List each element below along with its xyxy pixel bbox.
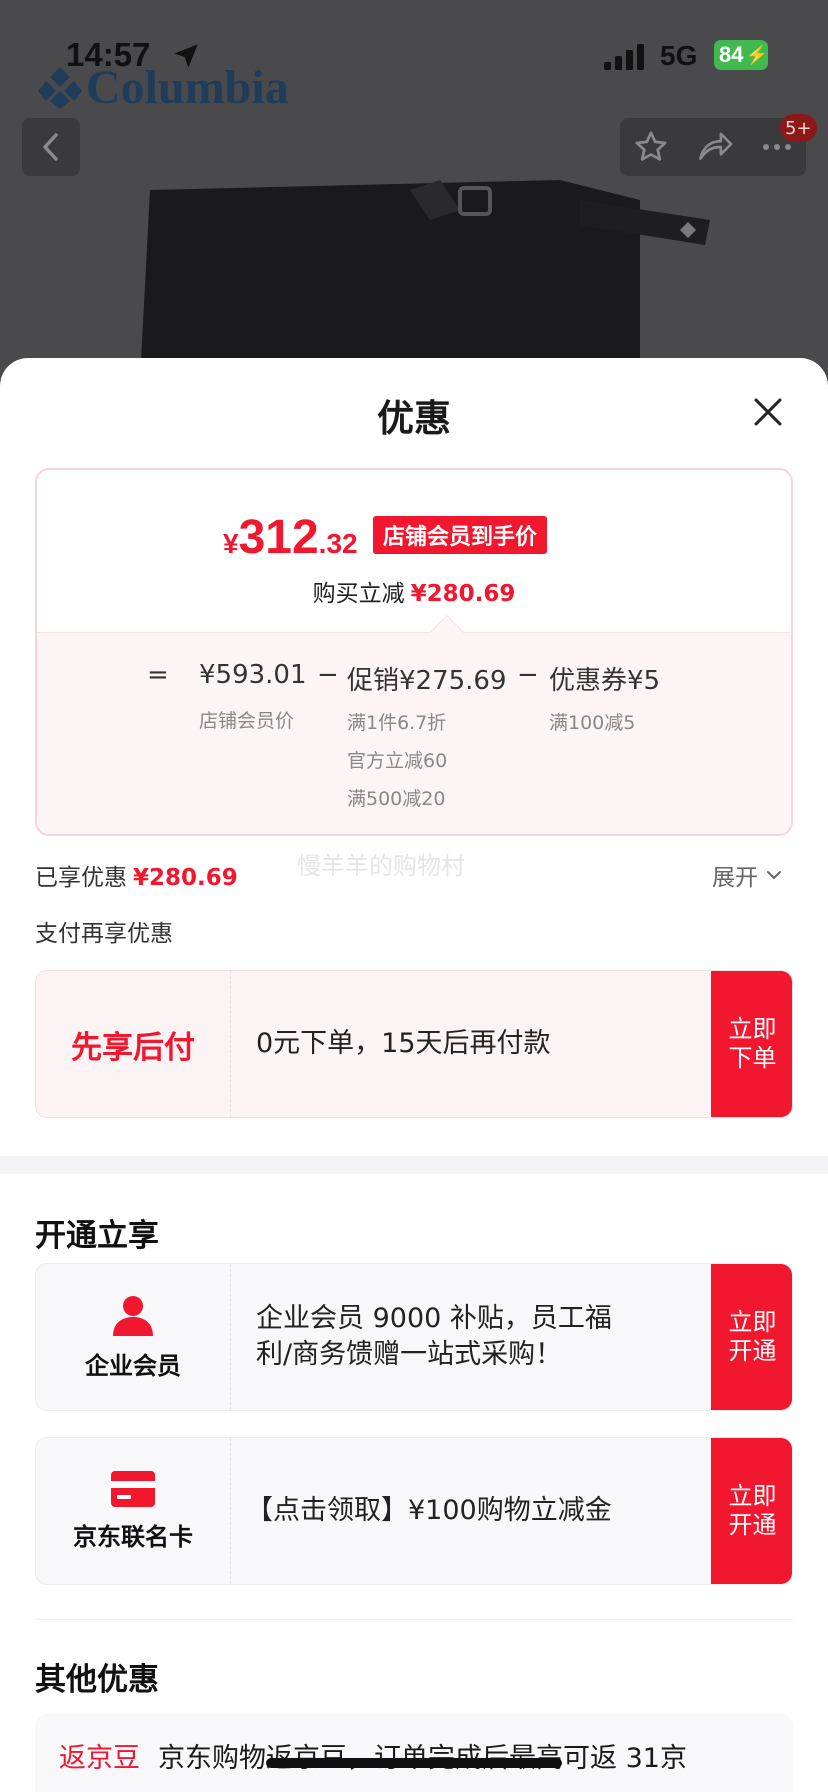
credit-card-icon	[111, 1470, 155, 1507]
product-header-background: 14:57 5G 84 ⚡ Columbia 5+	[0, 0, 828, 380]
enjoyed-discount: 已享优惠 ¥280.69	[35, 865, 238, 891]
final-price: ¥ 312 .32	[223, 511, 358, 564]
co-branded-card[interactable]: 京东联名卡 【点击领取】¥100购物立减金 立即开通	[35, 1437, 793, 1585]
watermark: 慢羊羊的购物村	[297, 852, 465, 880]
other-section-title: 其他优惠	[35, 1662, 159, 1698]
member-base-price: ¥593.01	[199, 660, 307, 690]
product-image	[140, 180, 710, 380]
instant-discount-amount: ¥280.69	[410, 581, 516, 607]
open-enterprise-button[interactable]: 立即开通	[711, 1264, 792, 1410]
close-icon[interactable]	[750, 394, 786, 430]
jd-bean-tag: 返京豆	[59, 1743, 140, 1774]
promo-detail: 官方立减60	[347, 750, 448, 772]
more-icon[interactable]	[761, 142, 793, 152]
member-price-tag: 店铺会员到手价	[373, 516, 548, 554]
battery-level: 84	[719, 42, 744, 67]
co-branded-card-text: 【点击领取】¥100购物立减金	[246, 1494, 612, 1526]
promo-discount: 促销¥275.69	[347, 666, 507, 696]
person-icon	[113, 1295, 153, 1336]
promo-detail: 满1件6.7折	[347, 712, 447, 734]
notification-badge: 5+	[780, 114, 817, 142]
instant-discount-row: 购买立减 ¥280.69	[312, 581, 516, 607]
network-type: 5G	[660, 40, 698, 71]
discount-sheet: 优惠 ¥ 312 .32 店铺会员到手价 购买立减 ¥280.69 = ¥593.…	[0, 358, 828, 1792]
open-card-button[interactable]: 立即开通	[711, 1438, 792, 1584]
pay-later-card[interactable]: 先享后付 0元下单，15天后再付款 立即下单	[35, 970, 793, 1118]
brand-logo: Columbia	[38, 61, 289, 114]
pay-more-label: 支付再享优惠	[35, 921, 173, 947]
minus-sign: −	[517, 660, 539, 690]
chevron-down-icon	[767, 871, 781, 880]
share-icon[interactable]	[696, 129, 734, 165]
pay-later-title: 先享后付	[71, 1029, 195, 1066]
open-section-title: 开通立享	[35, 1218, 159, 1254]
promo-detail: 满500减20	[347, 788, 446, 810]
coupon-discount: 优惠券¥5	[549, 666, 661, 696]
member-base-price-label: 店铺会员价	[199, 710, 295, 732]
signal-icon	[604, 44, 644, 70]
header-actions	[620, 118, 806, 176]
co-branded-card-label: 京东联名卡	[73, 1522, 193, 1551]
enterprise-member-text: 企业会员 9000 补贴，员工福利/商务馈赠一站式采购！	[256, 1302, 612, 1370]
expand-button[interactable]: 展开	[712, 858, 782, 892]
home-indicator[interactable]	[266, 1758, 562, 1768]
enjoyed-discount-amount: ¥280.69	[133, 865, 238, 891]
minus-sign: −	[317, 660, 339, 690]
star-icon[interactable]	[633, 129, 669, 165]
coupon-detail: 满100减5	[549, 712, 636, 734]
battery-indicator: 84 ⚡	[714, 40, 768, 70]
equals-sign: =	[147, 660, 169, 690]
section-divider	[0, 1156, 828, 1174]
charging-icon: ⚡	[745, 44, 768, 65]
columbia-diamond-icon	[38, 67, 82, 109]
enterprise-member-label: 企业会员	[85, 1351, 181, 1380]
back-button[interactable]	[22, 118, 80, 176]
price-breakdown-card: ¥ 312 .32 店铺会员到手价 购买立减 ¥280.69 = ¥593.01 …	[35, 468, 793, 836]
enterprise-member-card[interactable]: 企业会员 企业会员 9000 补贴，员工福利/商务馈赠一站式采购！ 立即开通	[35, 1263, 793, 1411]
back-icon	[43, 133, 58, 161]
order-now-button[interactable]: 立即下单	[711, 971, 792, 1117]
sheet-title: 优惠	[377, 397, 451, 440]
jd-bean-offer-row[interactable]: 返京豆京东购物返京豆，订单完成后最高可返 31京	[35, 1714, 793, 1792]
pay-later-text: 0元下单，15天后再付款	[256, 1027, 551, 1059]
